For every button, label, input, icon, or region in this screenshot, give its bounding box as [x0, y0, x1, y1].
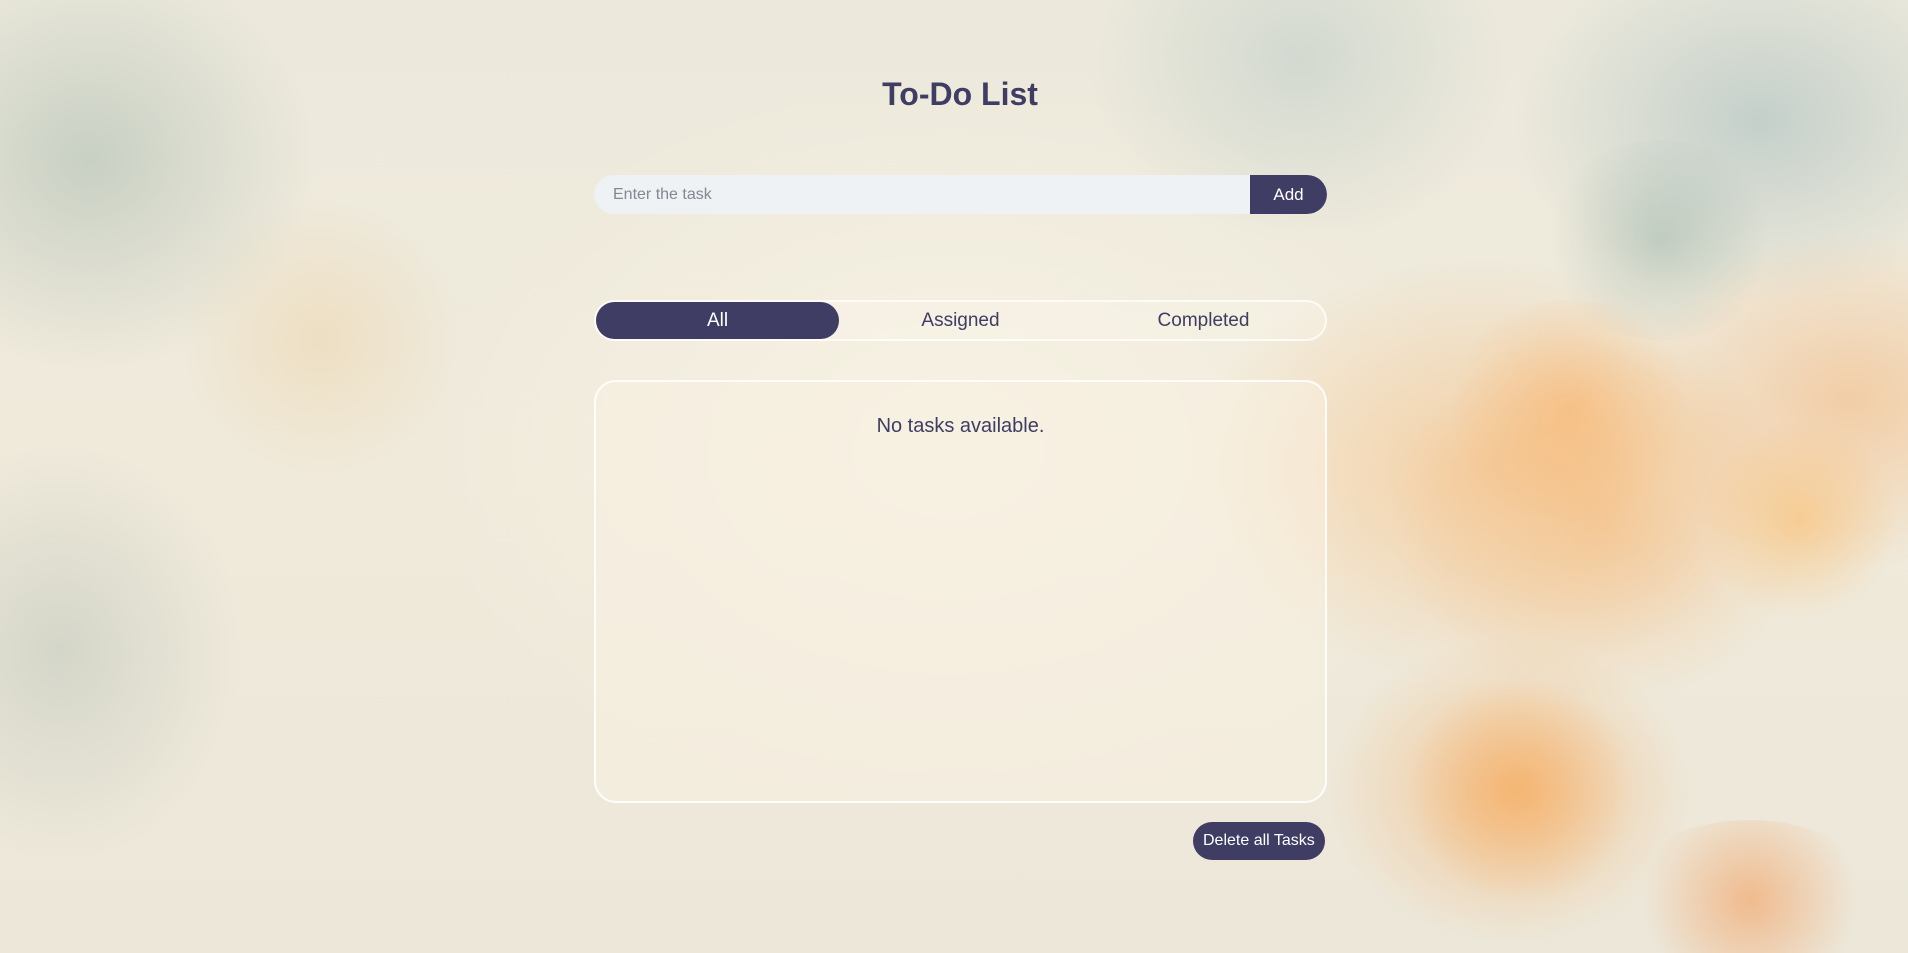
orange-flower-decoration	[1700, 420, 1900, 620]
task-input[interactable]	[594, 175, 1250, 214]
filter-tabs: All Assigned Completed	[594, 300, 1327, 341]
task-entry-row: Add	[594, 175, 1327, 214]
leaf-decoration	[1540, 140, 1780, 340]
orange-flower-decoration	[1400, 680, 1640, 900]
delete-all-tasks-button[interactable]: Delete all Tasks	[1193, 822, 1325, 860]
add-task-button[interactable]: Add	[1250, 175, 1327, 214]
tab-all[interactable]: All	[596, 302, 839, 339]
empty-state-message: No tasks available.	[876, 415, 1045, 437]
tab-assigned[interactable]: Assigned	[839, 302, 1082, 339]
tab-completed[interactable]: Completed	[1082, 302, 1325, 339]
orange-flower-decoration	[1620, 820, 1880, 953]
page-title: To-Do List	[882, 76, 1038, 112]
orange-flower-decoration	[1440, 300, 1700, 520]
task-list-panel: No tasks available.	[594, 380, 1327, 803]
